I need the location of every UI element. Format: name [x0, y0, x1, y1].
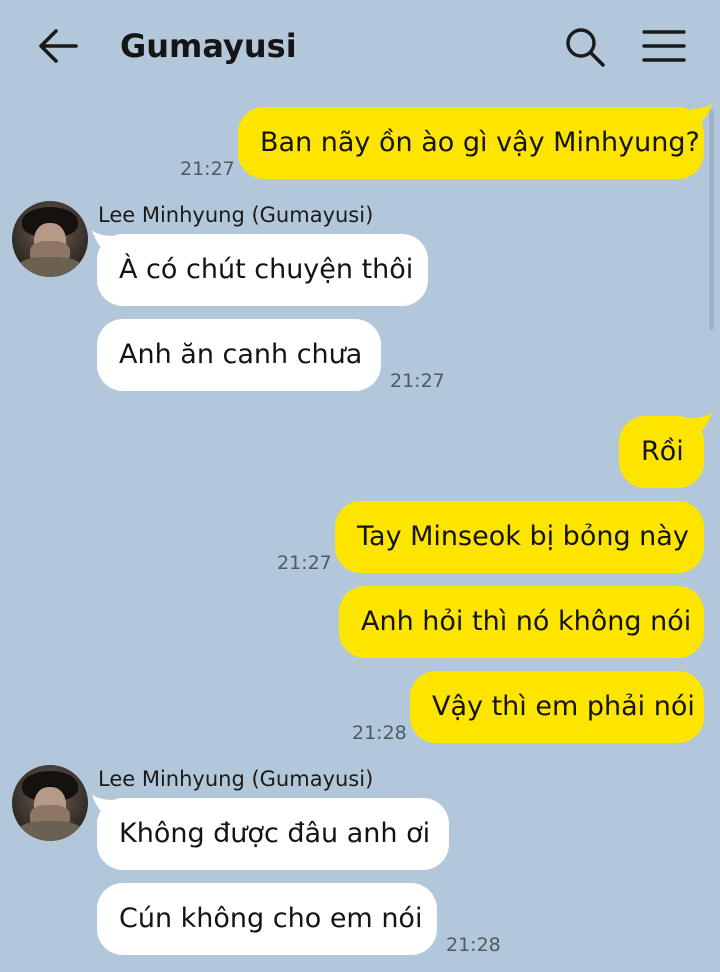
- their-message-bubble[interactable]: Anh ăn canh chưa: [97, 319, 381, 391]
- message-text: Không được đâu anh ơi: [119, 818, 431, 849]
- message-text: Vậy thì em phải nói: [432, 691, 695, 722]
- message-text: Rồi: [641, 436, 684, 467]
- scrollbar[interactable]: [709, 110, 714, 330]
- message-text: Tay Minseok bị bỏng này: [357, 521, 689, 552]
- bubble-tail: [690, 412, 712, 434]
- bubble-tail: [690, 103, 712, 125]
- their-message-bubble[interactable]: Không được đâu anh ơi: [97, 798, 449, 870]
- message-time: 21:28: [352, 722, 407, 744]
- my-message-bubble[interactable]: Anh hỏi thì nó không nói: [339, 586, 704, 658]
- message-time: 21:27: [390, 370, 445, 392]
- message-time: 21:28: [446, 934, 501, 956]
- avatar[interactable]: [12, 765, 88, 841]
- message-text: Anh ăn canh chưa: [119, 339, 363, 370]
- search-icon[interactable]: [564, 26, 606, 68]
- message-time: 21:27: [180, 158, 235, 180]
- message-text: Ban nãy ồn ào gì vậy Minhyung?: [260, 127, 700, 158]
- my-message-bubble[interactable]: Ban nãy ồn ào gì vậy Minhyung?: [238, 107, 704, 179]
- message-time: 21:27: [277, 552, 332, 574]
- their-message-bubble[interactable]: À có chút chuyện thôi: [97, 234, 428, 306]
- their-message-bubble[interactable]: Cún không cho em nói: [97, 883, 437, 955]
- my-message-bubble[interactable]: Tay Minseok bị bỏng này: [335, 501, 704, 573]
- message-text: Anh hỏi thì nó không nói: [361, 606, 692, 637]
- chat-title: Gumayusi: [120, 27, 297, 65]
- hamburger-menu-icon[interactable]: [642, 28, 686, 64]
- my-message-bubble[interactable]: Vậy thì em phải nói: [410, 671, 704, 743]
- back-arrow-icon[interactable]: [36, 26, 80, 66]
- message-text: À có chút chuyện thôi: [119, 254, 414, 285]
- sender-name: Lee Minhyung (Gumayusi): [98, 203, 374, 227]
- message-text: Cún không cho em nói: [119, 903, 423, 934]
- avatar[interactable]: [12, 201, 88, 277]
- sender-name: Lee Minhyung (Gumayusi): [98, 767, 374, 791]
